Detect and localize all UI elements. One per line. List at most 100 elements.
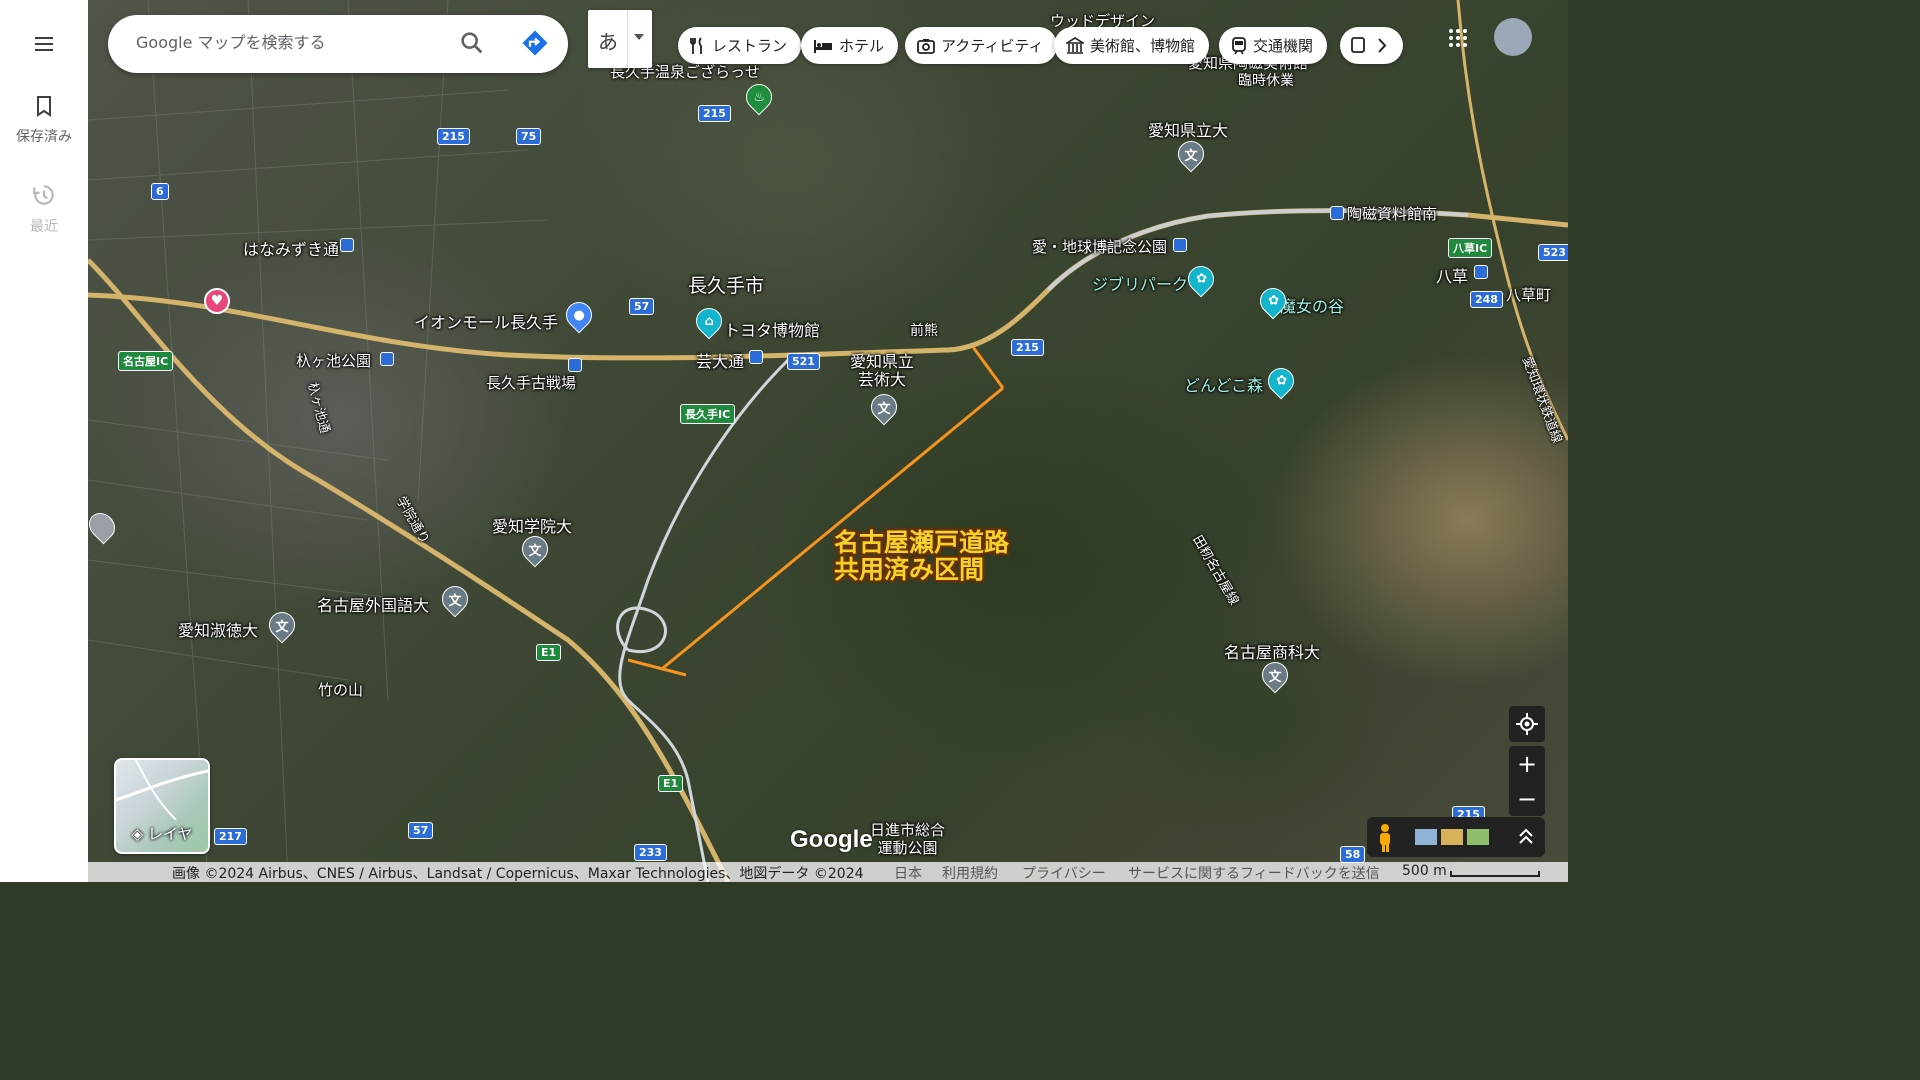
place-nagakute-city[interactable]: 長久手市	[688, 271, 764, 298]
imagery-thumb-1[interactable]	[1415, 829, 1437, 845]
fork-knife-icon	[690, 36, 706, 55]
layers-button[interactable]: ◈ レイヤ	[114, 758, 210, 854]
street-view-panel	[1367, 817, 1545, 857]
route-shield: 521	[787, 353, 820, 370]
station-icon[interactable]	[568, 358, 582, 372]
pegman-icon[interactable]	[1380, 824, 1390, 852]
chip-restaurants[interactable]: レストラン	[678, 27, 802, 64]
museum-icon	[1066, 36, 1084, 55]
place-majo[interactable]: 魔女の谷	[1280, 293, 1344, 317]
chevron-up-icon[interactable]	[1519, 828, 1533, 844]
attribution-text: 画像 ©2024 Airbus、CNES / Airbus、Landsat / …	[172, 866, 864, 882]
route-shield: 248	[1470, 291, 1503, 308]
place-aeon[interactable]: イオンモール長久手	[414, 309, 558, 333]
station-icon[interactable]	[749, 350, 763, 364]
place-touji[interactable]: 陶磁資料館南	[1347, 203, 1437, 224]
search-input[interactable]	[136, 33, 436, 52]
place-nagoya-gaikokugo[interactable]: 名古屋外国語大	[317, 592, 429, 616]
chip-activities[interactable]: アクティビティ	[905, 27, 1058, 64]
my-location-button[interactable]	[1509, 706, 1545, 742]
place-yakusa-town[interactable]: 八草町	[1506, 284, 1551, 305]
layers-icon: ◈	[131, 825, 148, 843]
station-icon[interactable]	[1330, 206, 1344, 220]
place-nisshin-park[interactable]: 日進市総合 運動公園	[870, 821, 945, 857]
privacy-link[interactable]: プライバシー	[1022, 863, 1106, 883]
chevron-down-icon[interactable]	[634, 34, 644, 40]
menu-button[interactable]	[0, 32, 88, 60]
ic-label[interactable]: 長久手IC	[680, 404, 736, 424]
search-box	[108, 15, 568, 73]
place-ghibli-park[interactable]: ジブリパーク	[1092, 271, 1188, 295]
station-icon[interactable]	[1173, 238, 1187, 252]
place-aichi-geidai[interactable]: 愛知県立 芸術大	[850, 353, 914, 389]
station-icon[interactable]	[1474, 265, 1488, 279]
place-takenoyama[interactable]: 竹の山	[318, 679, 363, 700]
side-rail: 保存済み 最近	[0, 0, 88, 882]
ime-toggle[interactable]: あ	[588, 10, 652, 68]
route-shield: 215	[698, 105, 731, 122]
search-icon[interactable]	[458, 29, 486, 61]
recent-button[interactable]: 最近	[0, 182, 88, 236]
feedback-link[interactable]: サービスに関するフィードバックを送信	[1128, 863, 1380, 883]
chip-label: 美術館、博物館	[1090, 37, 1196, 55]
crosshair-icon	[1516, 713, 1538, 735]
bookmark-icon	[37, 96, 51, 117]
place-expo-park[interactable]: 愛・地球博記念公園	[1032, 236, 1167, 257]
saved-button[interactable]: 保存済み	[0, 94, 88, 146]
ic-label[interactable]: 八草IC	[1448, 238, 1493, 258]
country-link[interactable]: 日本	[894, 863, 922, 883]
imagery-thumb-3[interactable]	[1467, 829, 1489, 845]
place-hagaike[interactable]: 杁ヶ池公園	[296, 350, 371, 371]
saved-label: 保存済み	[16, 129, 72, 145]
place-nagakute-kosenjo[interactable]: 長久手古戦場	[486, 372, 576, 393]
route-shield: 58	[1340, 846, 1366, 863]
chip-museums[interactable]: 美術館、博物館	[1054, 27, 1210, 64]
place-yakusa[interactable]: 八草	[1436, 263, 1468, 287]
station-icon[interactable]	[340, 238, 354, 252]
heart-pin-icon[interactable]: ♥	[204, 288, 230, 314]
route-shield: 57	[629, 298, 655, 315]
route-shield: 75	[516, 128, 542, 145]
place-dondoko[interactable]: どんどこ森	[1184, 372, 1263, 396]
route-shield: 57	[408, 822, 434, 839]
train-icon	[1231, 36, 1247, 55]
directions-icon[interactable]	[520, 28, 550, 62]
route-shield: E1	[658, 775, 684, 792]
chip-transit[interactable]: 交通機関	[1219, 27, 1328, 64]
place-aichi-gakuin[interactable]: 愛知学院大	[492, 513, 572, 537]
chip-label: レストラン	[712, 37, 788, 55]
route-shield: 523	[1538, 244, 1568, 261]
chip-label: アクティビティ	[941, 37, 1044, 55]
map-canvas[interactable]: 長久手市 トヨタ博物館 ⌂ イオンモール長久手 ● 芸大通 愛知県立 芸術大 文…	[88, 0, 1568, 882]
avatar[interactable]	[1494, 18, 1532, 56]
route-shield: 217	[214, 828, 247, 845]
terms-link[interactable]: 利用規約	[942, 863, 998, 883]
chip-label: ホテル	[839, 37, 885, 55]
camera-icon	[917, 38, 935, 54]
chips-scroll-button[interactable]	[1340, 27, 1403, 64]
scale-bar	[1450, 871, 1540, 877]
ic-label[interactable]: 名古屋IC	[118, 351, 174, 371]
place-rinji[interactable]: 臨時休業	[1238, 70, 1294, 90]
chevron-right-icon	[1351, 37, 1387, 53]
route-shield: 233	[634, 844, 667, 861]
station-icon[interactable]	[380, 352, 394, 366]
scale-label[interactable]: 500 m	[1402, 863, 1447, 879]
place-toyota-museum[interactable]: トヨタ博物館	[724, 317, 820, 341]
place-aichi-pref-univ[interactable]: 愛知県立大	[1148, 117, 1228, 141]
annotation-label: 名古屋瀬戸道路 共用済み区間	[834, 528, 1010, 584]
road-network	[88, 0, 1568, 882]
place-maekuma[interactable]: 前熊	[910, 320, 938, 340]
zoom-in-button[interactable]: +	[1509, 746, 1545, 781]
apps-grid-icon[interactable]	[1448, 28, 1468, 52]
place-aichi-shukutoku[interactable]: 愛知淑徳大	[178, 617, 258, 641]
place-hanamizuki[interactable]: はなみずき通	[243, 236, 339, 260]
layers-thumbnail	[116, 760, 208, 821]
place-geidaidori[interactable]: 芸大通	[696, 348, 744, 372]
place-nagoya-shoka[interactable]: 名古屋商科大	[1224, 639, 1320, 663]
zoom-out-button[interactable]: −	[1509, 781, 1545, 816]
bed-icon	[813, 38, 833, 54]
chip-hotels[interactable]: ホテル	[801, 27, 899, 64]
history-icon	[33, 185, 54, 205]
imagery-thumb-2[interactable]	[1441, 829, 1463, 845]
